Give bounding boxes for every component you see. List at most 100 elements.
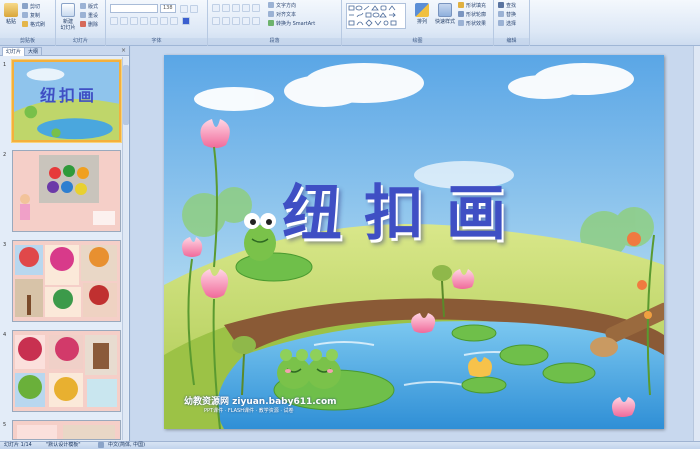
paintbrush-icon xyxy=(22,21,28,27)
shapes-gallery[interactable] xyxy=(346,3,406,29)
quick-styles-icon xyxy=(438,3,452,17)
decrease-indent-button[interactable] xyxy=(232,4,240,12)
layout-button[interactable]: 版式 xyxy=(80,3,98,11)
text-direction-icon xyxy=(268,2,274,8)
watermark-text: 幼教资源网 ziyuan.baby611.com xyxy=(184,397,337,407)
cursor-icon xyxy=(498,20,504,26)
slides-pane: 幻灯片 大纲 × 1 纽扣画 2 3 4 5 xyxy=(0,46,130,441)
pen-icon xyxy=(458,11,464,17)
bold-button[interactable] xyxy=(110,17,118,25)
scissors-icon xyxy=(22,3,28,9)
thumbnail-3-art xyxy=(13,241,120,321)
slides-group-label: 幻灯片 xyxy=(56,38,105,45)
new-slide-button[interactable]: 新建 幻灯片 xyxy=(59,3,77,31)
thumbnail-number: 2 xyxy=(3,152,7,158)
scrollbar-thumb[interactable] xyxy=(123,65,129,125)
cut-button[interactable]: 剪切 xyxy=(22,3,40,11)
copy-icon xyxy=(22,12,28,18)
theme-name: "默认设计模板" xyxy=(46,442,81,448)
arrange-button[interactable]: 排列 xyxy=(412,3,432,25)
replace-button[interactable]: 替换 xyxy=(498,11,516,19)
char-spacing-button[interactable] xyxy=(160,17,168,25)
format-painter-button[interactable]: 格式刷 xyxy=(22,21,45,29)
close-pane-icon[interactable]: × xyxy=(121,47,126,54)
thumbnail-5-art xyxy=(13,421,120,439)
grow-font-button[interactable] xyxy=(180,5,188,13)
spellcheck-icon[interactable] xyxy=(98,442,104,448)
paste-icon xyxy=(4,3,18,17)
layout-icon xyxy=(80,3,86,9)
language-indicator: 中文(简体, 中国) xyxy=(108,442,146,448)
pane-tabs: 幻灯片 大纲 × xyxy=(0,46,129,56)
paragraph-group-label: 段落 xyxy=(208,38,341,45)
clipboard-group: 粘贴 剪切 复制 格式刷 剪贴板 xyxy=(0,0,56,46)
clipboard-group-label: 剪贴板 xyxy=(0,38,55,45)
change-case-button[interactable] xyxy=(170,17,178,25)
arrange-icon xyxy=(415,3,429,17)
shape-effects-button[interactable]: 形状效果 xyxy=(458,20,486,28)
shape-outline-button[interactable]: 形状轮廓 xyxy=(458,11,486,19)
font-group: 138 字体 xyxy=(106,0,208,46)
ribbon: 粘贴 剪切 复制 格式刷 剪贴板 新建 幻灯片 版式 重设 删除 幻灯片 138… xyxy=(0,0,700,46)
editing-group-label: 编辑 xyxy=(494,38,529,45)
strikethrough-button[interactable] xyxy=(140,17,148,25)
shadow-button[interactable] xyxy=(150,17,158,25)
new-slide-icon xyxy=(61,3,75,17)
paint-bucket-icon xyxy=(458,2,464,8)
slide-thumbnail-2[interactable] xyxy=(12,150,121,232)
shape-fill-button[interactable]: 形状填充 xyxy=(458,2,486,10)
text-direction-button[interactable]: 文字方向 xyxy=(268,2,296,10)
status-bar: 幻灯片 1/14 "默认设计模板" 中文(简体, 中国) xyxy=(0,441,700,449)
align-text-button[interactable]: 对齐文本 xyxy=(268,11,296,19)
align-text-icon xyxy=(268,11,274,17)
increase-indent-button[interactable] xyxy=(242,4,250,12)
slide-editor: 纽扣画 幼教资源网 ziyuan.baby611.com PPT课件 · FLA… xyxy=(131,46,700,441)
smartart-button[interactable]: 转换为 SmartArt xyxy=(268,20,315,28)
slide-thumbnail-1[interactable]: 纽扣画 xyxy=(12,60,121,142)
thumbnail-number: 1 xyxy=(3,62,7,68)
find-button[interactable]: 查找 xyxy=(498,2,516,10)
slides-pane-scrollbar[interactable] xyxy=(122,57,129,440)
columns-button[interactable] xyxy=(252,17,260,25)
replace-icon xyxy=(498,11,504,17)
slide-thumbnail-3[interactable] xyxy=(12,240,121,322)
copy-button[interactable]: 复制 xyxy=(22,12,40,20)
italic-button[interactable] xyxy=(120,17,128,25)
delete-button[interactable]: 删除 xyxy=(80,21,98,29)
thumbnail-4-art xyxy=(13,331,120,411)
slide-title[interactable]: 纽扣画 xyxy=(282,165,528,252)
font-size-field[interactable]: 138 xyxy=(160,4,176,13)
shapes-gallery-icon xyxy=(348,5,397,27)
editing-group: 查找 替换 选择 编辑 xyxy=(494,0,530,46)
font-name-field[interactable] xyxy=(110,4,158,13)
slide-thumbnail-5[interactable] xyxy=(12,420,121,440)
tab-outline[interactable]: 大纲 xyxy=(24,47,43,56)
line-spacing-button[interactable] xyxy=(252,4,260,12)
smartart-icon xyxy=(268,20,274,26)
font-color-button[interactable] xyxy=(182,17,190,25)
reset-icon xyxy=(80,12,86,18)
binoculars-icon xyxy=(498,2,504,8)
reset-button[interactable]: 重设 xyxy=(80,12,98,20)
slides-group: 新建 幻灯片 版式 重设 删除 幻灯片 xyxy=(56,0,106,46)
numbering-button[interactable] xyxy=(222,4,230,12)
align-right-button[interactable] xyxy=(232,17,240,25)
underline-button[interactable] xyxy=(130,17,138,25)
quick-styles-button[interactable]: 快速样式 xyxy=(434,3,456,25)
editor-scrollbar[interactable] xyxy=(693,46,700,441)
justify-button[interactable] xyxy=(242,17,250,25)
thumbnail-2-art xyxy=(13,151,120,231)
align-left-button[interactable] xyxy=(212,17,220,25)
drawing-group-label: 绘图 xyxy=(342,38,493,45)
thumbnail-1-title: 纽扣画 xyxy=(40,86,98,105)
shrink-font-button[interactable] xyxy=(190,5,198,13)
select-button[interactable]: 选择 xyxy=(498,20,516,28)
current-slide[interactable]: 纽扣画 幼教资源网 ziyuan.baby611.com PPT课件 · FLA… xyxy=(164,55,664,429)
thumbnail-number: 5 xyxy=(3,422,7,428)
bullets-button[interactable] xyxy=(212,4,220,12)
delete-icon xyxy=(80,21,86,27)
tab-slides[interactable]: 幻灯片 xyxy=(2,47,26,56)
paste-button[interactable]: 粘贴 xyxy=(3,3,19,25)
slide-thumbnail-4[interactable] xyxy=(12,330,121,412)
align-center-button[interactable] xyxy=(222,17,230,25)
